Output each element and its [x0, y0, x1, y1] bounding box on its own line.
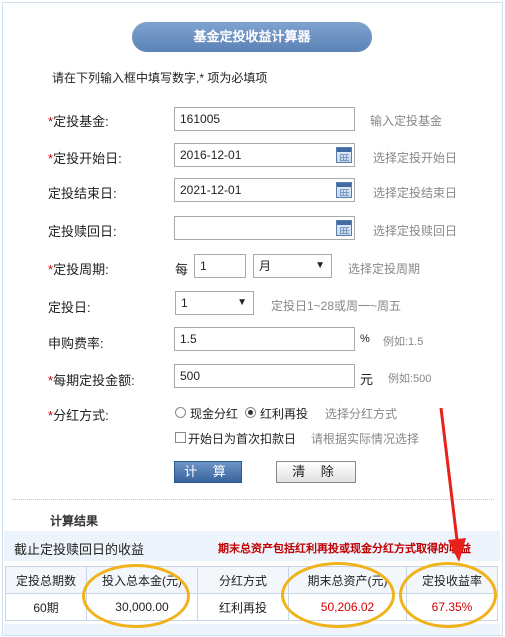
results-summary: 截止定投赎回日的收益	[14, 542, 145, 557]
footer-bar	[4, 624, 500, 635]
chevron-down-icon: ▼	[237, 297, 247, 308]
dividend-hint: 选择分红方式	[325, 407, 398, 421]
fund-input[interactable]: 161005	[174, 107, 355, 131]
amount-unit: 元	[360, 372, 374, 387]
start-date-label: *定投开始日:	[48, 151, 122, 166]
fee-unit: %	[360, 333, 370, 345]
divider	[12, 499, 494, 500]
clear-button[interactable]: 清 除	[276, 461, 356, 483]
table-header-row: 定投总期数 投入总本金(元) 分红方式 期末总资产(元) 定投收益率	[5, 566, 498, 594]
fee-label: 申购费率:	[48, 336, 104, 351]
calendar-icon[interactable]	[336, 182, 352, 198]
period-count-input[interactable]: 1	[194, 254, 246, 278]
table-header-cell: 分红方式	[197, 566, 289, 594]
radio-cash-dividend-label[interactable]: 现金分红	[190, 405, 238, 422]
fee-hint: 例如:1.5	[383, 336, 424, 348]
day-label: 定投日:	[48, 300, 91, 315]
amount-input[interactable]: 500	[174, 364, 355, 388]
calculate-button[interactable]: 计 算	[174, 461, 242, 483]
results-table: 定投总期数 投入总本金(元) 分红方式 期末总资产(元) 定投收益率 60期 3…	[5, 566, 498, 621]
table-cell: 67.35%	[406, 593, 498, 621]
first-debit-label[interactable]: 开始日为首次扣款日	[188, 430, 296, 447]
table-cell: 30,000.00	[86, 593, 198, 621]
results-section-title: 计算结果	[50, 514, 99, 528]
dividend-label: *分红方式:	[48, 408, 109, 423]
end-date-label: 定投结束日:	[48, 186, 117, 201]
page-title: 基金定投收益计算器	[132, 22, 372, 52]
fund-label: *定投基金:	[48, 114, 109, 129]
period-label: *定投周期:	[48, 262, 109, 277]
table-cell: 60期	[5, 593, 87, 621]
table-header-cell: 定投总期数	[5, 566, 87, 594]
calendar-icon[interactable]	[336, 220, 352, 236]
start-date-input[interactable]: 2016-12-01	[174, 143, 355, 167]
table-header-cell: 期末总资产(元)	[288, 566, 407, 594]
day-hint: 定投日1~28或周一~周五	[271, 299, 402, 313]
fund-hint: 输入定投基金	[370, 114, 443, 128]
redeem-date-hint: 选择定投赎回日	[373, 224, 458, 238]
calendar-icon[interactable]	[336, 147, 352, 163]
results-summary-bar: 截止定投赎回日的收益 期末总资产包括红利再投或现金分红方式取得的收益	[4, 531, 500, 561]
redeem-date-input[interactable]	[174, 216, 355, 240]
first-debit-checkbox[interactable]	[175, 432, 186, 443]
results-note: 期末总资产包括红利再投或现金分红方式取得的收益	[218, 543, 471, 555]
chevron-down-icon: ▼	[315, 260, 325, 271]
amount-label: *每期定投金额:	[48, 373, 135, 388]
start-date-hint: 选择定投开始日	[373, 151, 458, 165]
radio-reinvest[interactable]	[245, 407, 256, 418]
intro-text: 请在下列输入框中填写数字,* 项为必填项	[52, 71, 268, 85]
table-header-cell: 定投收益率	[406, 566, 498, 594]
table-row: 60期 30,000.00 红利再投 50,206.02 67.35%	[5, 593, 498, 621]
fee-input[interactable]: 1.5	[174, 327, 355, 351]
table-cell: 红利再投	[197, 593, 289, 621]
amount-hint: 例如:500	[388, 373, 432, 385]
table-cell: 50,206.02	[288, 593, 407, 621]
end-date-hint: 选择定投结束日	[373, 186, 458, 200]
end-date-input[interactable]: 2021-12-01	[174, 178, 355, 202]
table-header-cell: 投入总本金(元)	[86, 566, 198, 594]
period-hint: 选择定投周期	[348, 262, 421, 276]
period-unit-select[interactable]: 月 ▼	[253, 254, 332, 278]
day-select[interactable]: 1 ▼	[175, 291, 254, 315]
radio-reinvest-label[interactable]: 红利再投	[260, 405, 308, 422]
period-prefix: 每	[175, 262, 189, 277]
radio-cash-dividend[interactable]	[175, 407, 186, 418]
redeem-date-label: 定投赎回日:	[48, 224, 117, 239]
first-debit-hint: 请根据实际情况选择	[311, 432, 420, 446]
